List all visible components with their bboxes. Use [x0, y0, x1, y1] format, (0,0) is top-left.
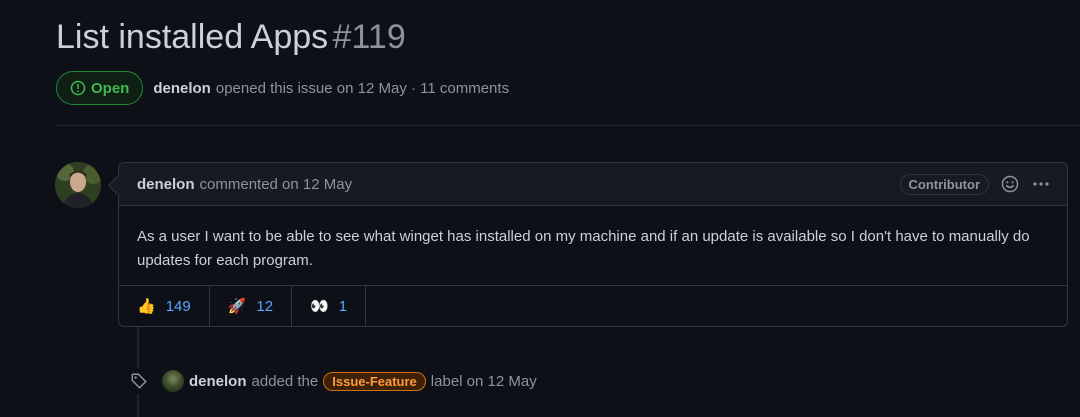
issue-open-icon	[70, 80, 86, 96]
add-reaction-button[interactable]	[1001, 175, 1019, 193]
reaction-count: 12	[256, 297, 274, 315]
reaction-thumbs-up-button[interactable]: 👍 149	[119, 286, 210, 326]
comment-header: denelon commented on 12 May Contributor	[119, 163, 1067, 206]
comment-card: denelon commented on 12 May Contributor	[118, 162, 1068, 327]
status-badge: Open	[56, 71, 144, 105]
reaction-eyes-button[interactable]: 👀 1	[292, 286, 367, 326]
status-label: Open	[91, 79, 130, 97]
eyes-icon: 👀	[310, 298, 329, 315]
issue-meta: Open denelon opened this issue on 12 May…	[56, 71, 509, 105]
comment-body: As a user I want to be able to see what …	[119, 206, 1067, 286]
more-options-button[interactable]	[1031, 176, 1051, 192]
tag-icon	[128, 368, 150, 394]
issue-author-link[interactable]: denelon	[153, 80, 211, 97]
thumbs-up-icon: 👍	[137, 298, 156, 315]
label-pill[interactable]: Issue-Feature	[323, 371, 426, 391]
reaction-count: 1	[338, 297, 348, 315]
event-suffix: label on 12 May	[430, 372, 537, 390]
avatar-portrait-icon	[55, 162, 101, 208]
rocket-icon: 🚀	[227, 298, 247, 315]
reaction-count: 149	[165, 297, 191, 315]
reactions-bar: 👍 149 🚀 12 👀 1	[119, 286, 1067, 326]
kebab-horizontal-icon	[1033, 182, 1049, 186]
issue-title-row: List installed Apps #119	[56, 18, 406, 57]
event-action: added the	[251, 372, 319, 390]
avatar[interactable]	[162, 370, 184, 392]
reaction-rocket-button[interactable]: 🚀 12	[210, 286, 293, 326]
issue-opened-text: opened this issue on 12 May · 11 comment…	[215, 79, 510, 97]
smiley-icon	[1001, 175, 1019, 193]
issue-title: List installed Apps	[56, 18, 329, 56]
comment-header-actions: Contributor	[899, 173, 1051, 195]
timeline-event: denelon added the Issue-Feature label on…	[128, 368, 537, 394]
comment-author-link[interactable]: denelon	[137, 176, 195, 193]
comment-meta[interactable]: commented on 12 May	[200, 176, 353, 193]
avatar[interactable]	[55, 162, 101, 208]
event-author-link[interactable]: denelon	[189, 373, 247, 390]
role-badge: Contributor	[899, 173, 989, 195]
issue-number: #119	[332, 18, 406, 56]
header-divider	[56, 125, 1080, 126]
